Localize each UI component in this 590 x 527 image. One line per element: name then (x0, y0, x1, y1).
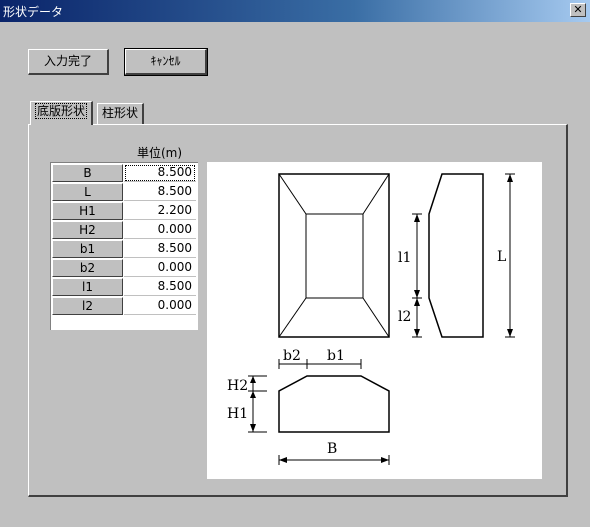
plan-inner-rect (305, 213, 364, 299)
side-outline (428, 173, 484, 338)
tab-column-shape-label: 柱形状 (102, 106, 139, 120)
title-bar[interactable]: 形状データ ✕ (0, 0, 590, 22)
value-cell-B[interactable]: 8.500 (124, 164, 196, 182)
elevation-outline (278, 375, 390, 433)
table-row: b1 8.500 (51, 240, 197, 259)
table-row: b2 0.000 (51, 259, 197, 278)
input-complete-button[interactable]: 入力完了 (28, 49, 109, 75)
dialog-window: 形状データ ✕ 入力完了 ｷｬﾝｾﾙ 底版形状 柱形状 単位(m) B 8.50… (0, 0, 590, 527)
row-header-l1: l1 (52, 278, 123, 296)
label-L: L (497, 249, 506, 265)
table-row: l1 8.500 (51, 278, 197, 297)
label-l2: l2 (398, 309, 411, 325)
value-cell-H2[interactable]: 0.000 (124, 221, 196, 239)
label-H1: H1 (227, 406, 248, 422)
value-cell-l1[interactable]: 8.500 (124, 278, 196, 296)
value-cell-H1[interactable]: 2.200 (124, 202, 196, 220)
row-header-H2: H2 (52, 221, 123, 239)
table-row: B 8.500 (51, 164, 197, 183)
table-row: H2 0.000 (51, 221, 197, 240)
tab-base-shape-label: 底版形状 (35, 103, 88, 119)
label-H2: H2 (227, 378, 248, 394)
label-B: B (327, 441, 337, 457)
window-title: 形状データ (3, 5, 64, 19)
table-row: L 8.500 (51, 183, 197, 202)
label-b1: b1 (327, 348, 345, 364)
label-b2: b2 (283, 348, 301, 364)
value-cell-l2[interactable]: 0.000 (124, 297, 196, 315)
row-header-b2: b2 (52, 259, 123, 277)
value-cell-b1[interactable]: 8.500 (124, 240, 196, 258)
row-header-H1: H1 (52, 202, 123, 220)
tab-column-shape[interactable]: 柱形状 (97, 103, 145, 124)
label-l1: l1 (398, 250, 411, 266)
row-header-b1: b1 (52, 240, 123, 258)
close-icon: ✕ (573, 3, 583, 16)
row-header-L: L (52, 183, 123, 201)
row-header-B: B (52, 164, 123, 182)
footing-diagram-svg: l1 l2 L b2 b1 H2 H1 B (227, 173, 515, 465)
cancel-button[interactable]: ｷｬﾝｾﾙ (124, 48, 208, 76)
value-cell-L[interactable]: 8.500 (124, 183, 196, 201)
row-header-l2: l2 (52, 297, 123, 315)
tab-base-shape[interactable]: 底版形状 (30, 101, 94, 125)
shape-data-grid: B 8.500 L 8.500 H1 2.200 H2 0.000 b1 8.5… (50, 162, 198, 330)
value-cell-b2[interactable]: 0.000 (124, 259, 196, 277)
table-row: H1 2.200 (51, 202, 197, 221)
unit-header: 単位(m) (137, 146, 183, 160)
close-button[interactable]: ✕ (570, 3, 586, 17)
table-row: l2 0.000 (51, 297, 197, 316)
shape-diagram: l1 l2 L b2 b1 H2 H1 B (207, 162, 542, 479)
